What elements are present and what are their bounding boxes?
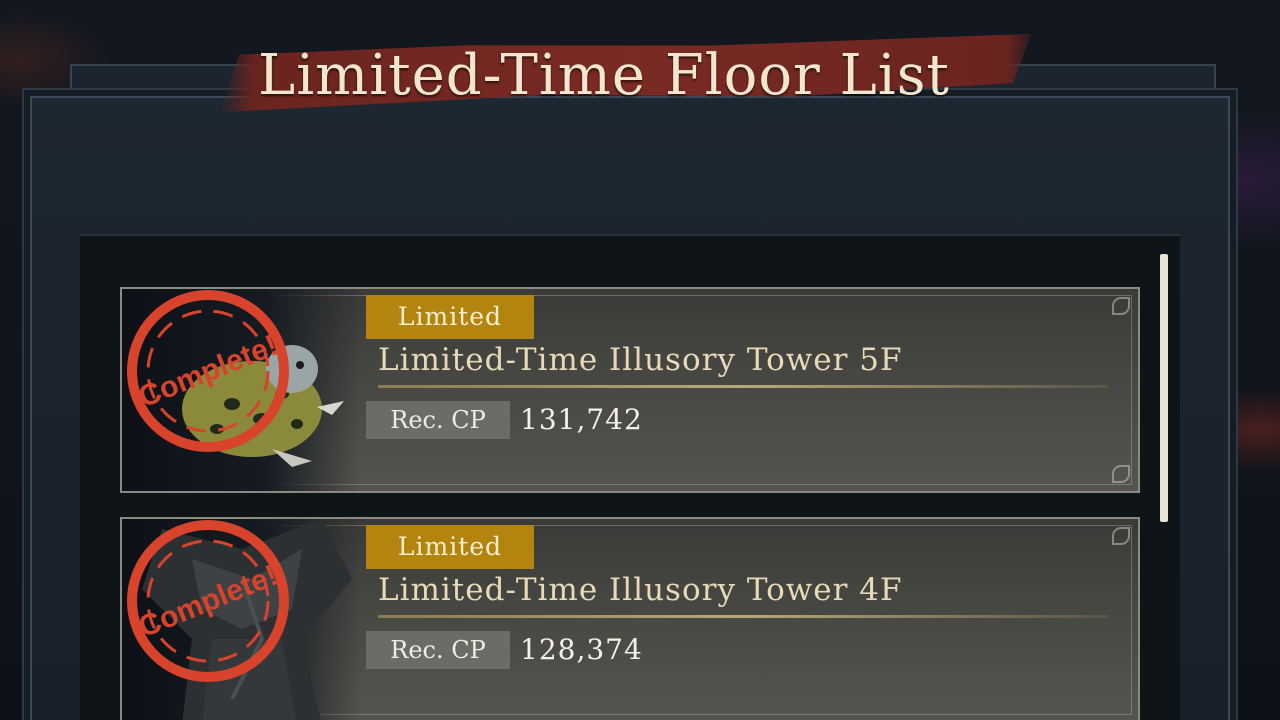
rec-cp-value: 131,742: [520, 403, 643, 436]
boss-portrait-icon: Complete!: [127, 290, 344, 467]
floor-name: Limited-Time Illusory Tower 5F: [378, 342, 903, 378]
scrollbar[interactable]: [1160, 254, 1168, 522]
divider: [378, 385, 1108, 388]
floor-name: Limited-Time Illusory Tower 4F: [378, 572, 903, 608]
game-screen: Limited-Time Floor List Complete! Limite…: [0, 0, 1280, 720]
floor-card-4f[interactable]: Complete! Limited Limited-Time Illusory …: [120, 517, 1140, 720]
ornament-icon: [1112, 297, 1130, 315]
rec-cp-value: 128,374: [520, 633, 643, 666]
ornament-icon: [1112, 465, 1130, 483]
boss-portrait: Complete!: [122, 519, 362, 720]
floor-card-5f[interactable]: Complete! Limited Limited-Time Illusory …: [120, 287, 1140, 493]
rec-cp-label: Rec. CP: [366, 401, 510, 439]
rec-cp-label: Rec. CP: [366, 631, 510, 669]
boss-portrait-icon: Complete!: [127, 519, 352, 720]
ornament-icon: [1112, 527, 1130, 545]
boss-portrait: Complete!: [122, 289, 362, 491]
limited-badge: Limited: [366, 525, 534, 569]
limited-badge: Limited: [366, 295, 534, 339]
divider: [378, 615, 1108, 618]
page-title: Limited-Time Floor List: [258, 43, 950, 108]
